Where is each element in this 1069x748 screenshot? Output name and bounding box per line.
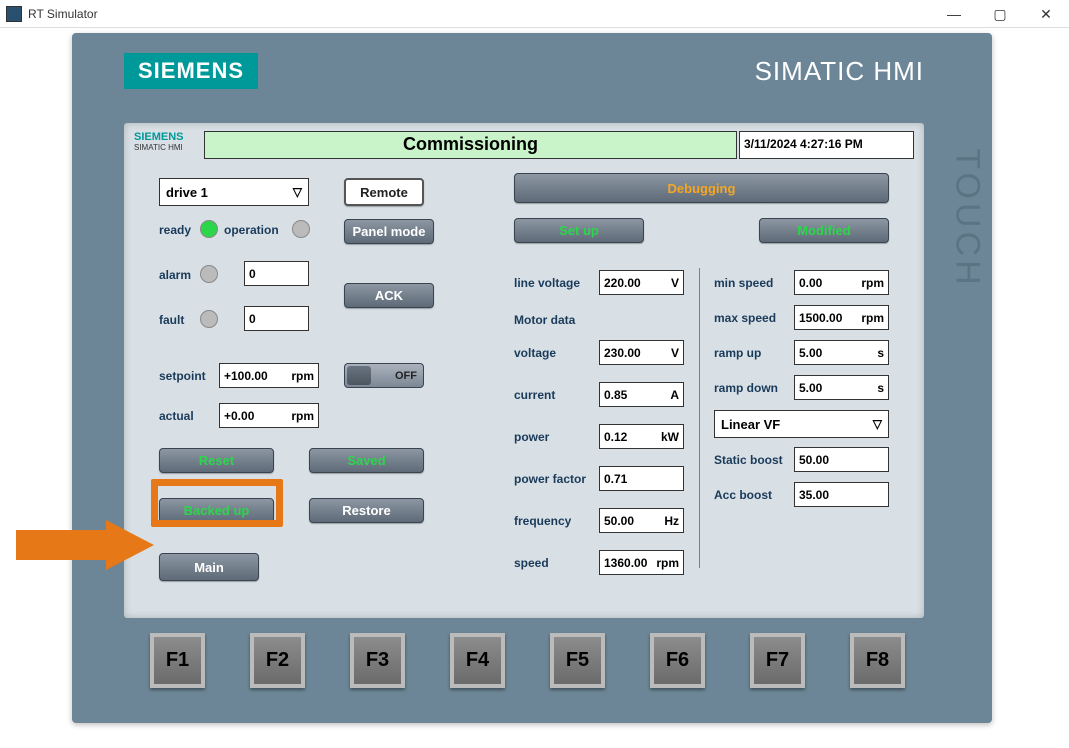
touch-label: TOUCH — [942, 123, 992, 313]
ramp-down-value[interactable]: 5.00s — [794, 375, 889, 400]
static-boost-label: Static boost — [714, 453, 783, 467]
setpoint-label: setpoint — [159, 369, 206, 383]
max-speed-label: max speed — [714, 311, 776, 325]
current-value[interactable]: 0.85A — [599, 382, 684, 407]
ramp-up-label: ramp up — [714, 346, 761, 360]
actual-label: actual — [159, 409, 194, 423]
freq-label: frequency — [514, 514, 571, 528]
window-title: RT Simulator — [28, 7, 98, 21]
ramp-up-value[interactable]: 5.00s — [794, 340, 889, 365]
operation-led — [292, 220, 310, 238]
saved-button[interactable]: Saved — [309, 448, 424, 473]
ready-label: ready — [159, 223, 191, 237]
main-panel: SIEMENS SIMATIC HMI Commissioning 3/11/2… — [124, 123, 924, 618]
maximize-button[interactable]: ▢ — [977, 0, 1023, 28]
chevron-down-icon: ▽ — [293, 185, 302, 199]
current-label: current — [514, 388, 555, 402]
reset-button[interactable]: Reset — [159, 448, 274, 473]
power-label: power — [514, 430, 549, 444]
app-icon — [6, 6, 22, 22]
fault-label: fault — [159, 313, 184, 327]
mini-brand: SIEMENS SIMATIC HMI — [134, 131, 204, 159]
freq-value[interactable]: 50.00Hz — [599, 508, 684, 533]
line-voltage-value[interactable]: 220.00V — [599, 270, 684, 295]
function-key-row: F1 F2 F3 F4 F5 F6 F7 F8 — [150, 633, 905, 688]
f3-key[interactable]: F3 — [350, 633, 405, 688]
static-boost-value[interactable]: 50.00 — [794, 447, 889, 472]
ramp-down-label: ramp down — [714, 381, 778, 395]
alarm-value[interactable]: 0 — [244, 261, 309, 286]
max-speed-value[interactable]: 1500.00rpm — [794, 305, 889, 330]
voltage-value[interactable]: 230.00V — [599, 340, 684, 365]
setpoint-value[interactable]: +100.00rpm — [219, 363, 319, 388]
operation-label: operation — [224, 223, 279, 237]
datetime-display: 3/11/2024 4:27:16 PM — [739, 131, 914, 159]
alarm-led — [200, 265, 218, 283]
panel-mode-button[interactable]: Panel mode — [344, 219, 434, 244]
actual-value: +0.00rpm — [219, 403, 319, 428]
ack-button[interactable]: ACK — [344, 283, 434, 308]
f2-key[interactable]: F2 — [250, 633, 305, 688]
f5-key[interactable]: F5 — [550, 633, 605, 688]
power-value[interactable]: 0.12kW — [599, 424, 684, 449]
f1-key[interactable]: F1 — [150, 633, 205, 688]
chevron-down-icon: ▽ — [873, 417, 882, 431]
fault-value[interactable]: 0 — [244, 306, 309, 331]
speed-label: speed — [514, 556, 549, 570]
close-button[interactable]: ✕ — [1023, 0, 1069, 28]
min-speed-value[interactable]: 0.00rpm — [794, 270, 889, 295]
vf-dropdown[interactable]: Linear VF▽ — [714, 410, 889, 438]
pf-label: power factor — [514, 472, 586, 486]
main-button[interactable]: Main — [159, 553, 259, 581]
fault-led — [200, 310, 218, 328]
callout-arrow-icon — [16, 520, 154, 570]
setup-button[interactable]: Set up — [514, 218, 644, 243]
speed-value[interactable]: 1360.00rpm — [599, 550, 684, 575]
f8-key[interactable]: F8 — [850, 633, 905, 688]
alarm-label: alarm — [159, 268, 191, 282]
hmi-frame: SIEMENS SIMATIC HMI TOUCH SIEMENS SIMATI… — [72, 33, 992, 723]
restore-button[interactable]: Restore — [309, 498, 424, 523]
drive-dropdown[interactable]: drive 1▽ — [159, 178, 309, 206]
ready-led — [200, 220, 218, 238]
f7-key[interactable]: F7 — [750, 633, 805, 688]
voltage-label: voltage — [514, 346, 556, 360]
pf-value[interactable]: 0.71 — [599, 466, 684, 491]
motor-data-label: Motor data — [514, 313, 575, 327]
page-title: Commissioning — [204, 131, 737, 159]
minimize-button[interactable]: — — [931, 0, 977, 28]
remote-button[interactable]: Remote — [344, 178, 424, 206]
divider — [699, 268, 700, 568]
run-toggle[interactable]: OFF — [344, 363, 424, 388]
min-speed-label: min speed — [714, 276, 773, 290]
modified-button[interactable]: Modified — [759, 218, 889, 243]
acc-boost-value[interactable]: 35.00 — [794, 482, 889, 507]
f4-key[interactable]: F4 — [450, 633, 505, 688]
f6-key[interactable]: F6 — [650, 633, 705, 688]
backed-up-button[interactable]: Backed up — [159, 498, 274, 523]
product-name: SIMATIC HMI — [755, 56, 924, 87]
line-voltage-label: line voltage — [514, 276, 580, 290]
window-titlebar: RT Simulator — ▢ ✕ — [0, 0, 1069, 28]
siemens-logo: SIEMENS — [124, 53, 258, 89]
acc-boost-label: Acc boost — [714, 488, 772, 502]
debugging-button[interactable]: Debugging — [514, 173, 889, 203]
